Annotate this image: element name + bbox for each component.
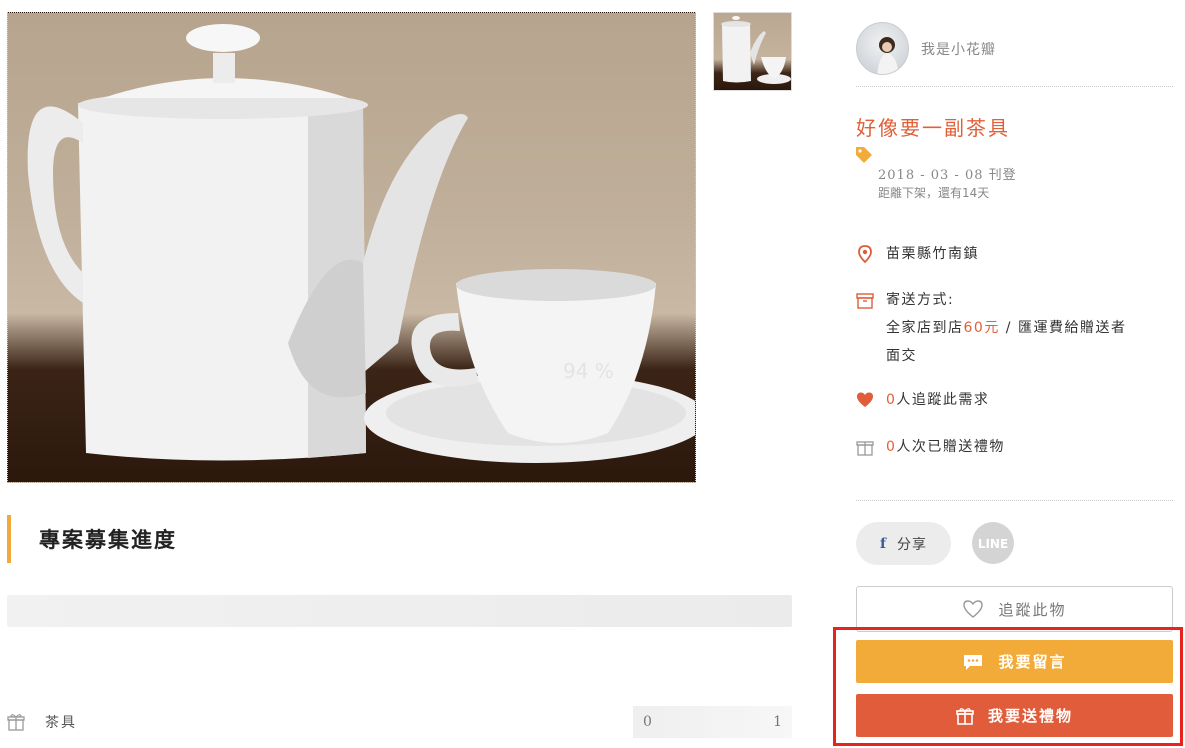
progress-bar xyxy=(7,595,792,627)
send-gift-label: 我要送禮物 xyxy=(987,707,1073,725)
location-pin-icon xyxy=(858,245,872,263)
follow-label: 追蹤此物 xyxy=(998,600,1067,619)
posted-date: 2018 - 03 - 08 刊登 xyxy=(878,168,1017,183)
progress-section-heading: 專案募集進度 xyxy=(7,515,177,563)
gift-icon xyxy=(7,714,25,731)
comment-label: 我要留言 xyxy=(998,653,1067,671)
image-watermark: 94 % xyxy=(563,359,614,383)
location-text: 苗栗縣竹南鎮 xyxy=(886,246,979,262)
line-share-button[interactable]: LINE xyxy=(971,522,1015,566)
shipping-price: 60元 xyxy=(963,320,1000,336)
chat-bubble-icon xyxy=(964,654,983,670)
location-row: 苗栗縣竹南鎮 xyxy=(856,243,979,265)
product-main-image[interactable]: 94 % xyxy=(7,12,696,483)
followers-text: 人追蹤此需求 xyxy=(896,392,990,408)
request-title: 好像要一副茶具 xyxy=(856,116,1010,140)
followers-count: 0 xyxy=(886,392,897,408)
facebook-share-button[interactable]: f 分享 xyxy=(856,522,951,565)
heart-outline-icon xyxy=(963,600,984,618)
tag-icon xyxy=(856,147,872,163)
item-received-count: 0 xyxy=(643,714,652,730)
gift-icon xyxy=(856,441,874,456)
expire-text: 距離下架，還有14天 xyxy=(878,186,990,200)
gifts-row: 0人次已贈送禮物 xyxy=(856,436,1005,458)
avatar[interactable] xyxy=(856,22,909,75)
share-label: 分享 xyxy=(897,536,928,553)
facebook-icon: f xyxy=(879,535,888,552)
item-count-bar: 0 1 xyxy=(633,706,792,738)
gifts-count: 0 xyxy=(886,439,897,455)
followers-row: 0人追蹤此需求 xyxy=(856,389,989,411)
shipping-method-suffix: / 匯運費給贈送者 xyxy=(999,320,1127,336)
user-profile[interactable]: 我是小花瓣 xyxy=(856,22,996,75)
gift-icon xyxy=(956,707,974,725)
product-thumbnail[interactable] xyxy=(713,12,792,91)
shipping-label: 寄送方式: xyxy=(886,292,955,308)
shipping-row: 寄送方式: 全家店到店60元 / 匯運費給贈送者 面交 xyxy=(856,286,1126,370)
item-name: 茶具 xyxy=(45,715,77,731)
line-icon: LINE xyxy=(978,537,1008,551)
gifts-text: 人次已贈送禮物 xyxy=(896,439,1005,455)
comment-button[interactable]: 我要留言 xyxy=(856,640,1173,683)
divider xyxy=(856,500,1173,501)
item-requested-count: 1 xyxy=(773,714,782,730)
follow-button[interactable]: 追蹤此物 xyxy=(856,586,1173,632)
section-title: 專案募集進度 xyxy=(39,528,177,552)
send-gift-button[interactable]: 我要送禮物 xyxy=(856,694,1173,737)
box-icon xyxy=(856,293,874,309)
heart-icon xyxy=(857,392,873,407)
shipping-alt-method: 面交 xyxy=(886,348,917,364)
shipping-method: 全家店到店60元 / 匯運費給贈送者 xyxy=(886,314,1126,342)
shipping-method-prefix: 全家店到店 xyxy=(886,320,964,336)
divider xyxy=(856,86,1173,87)
user-name[interactable]: 我是小花瓣 xyxy=(921,39,996,59)
